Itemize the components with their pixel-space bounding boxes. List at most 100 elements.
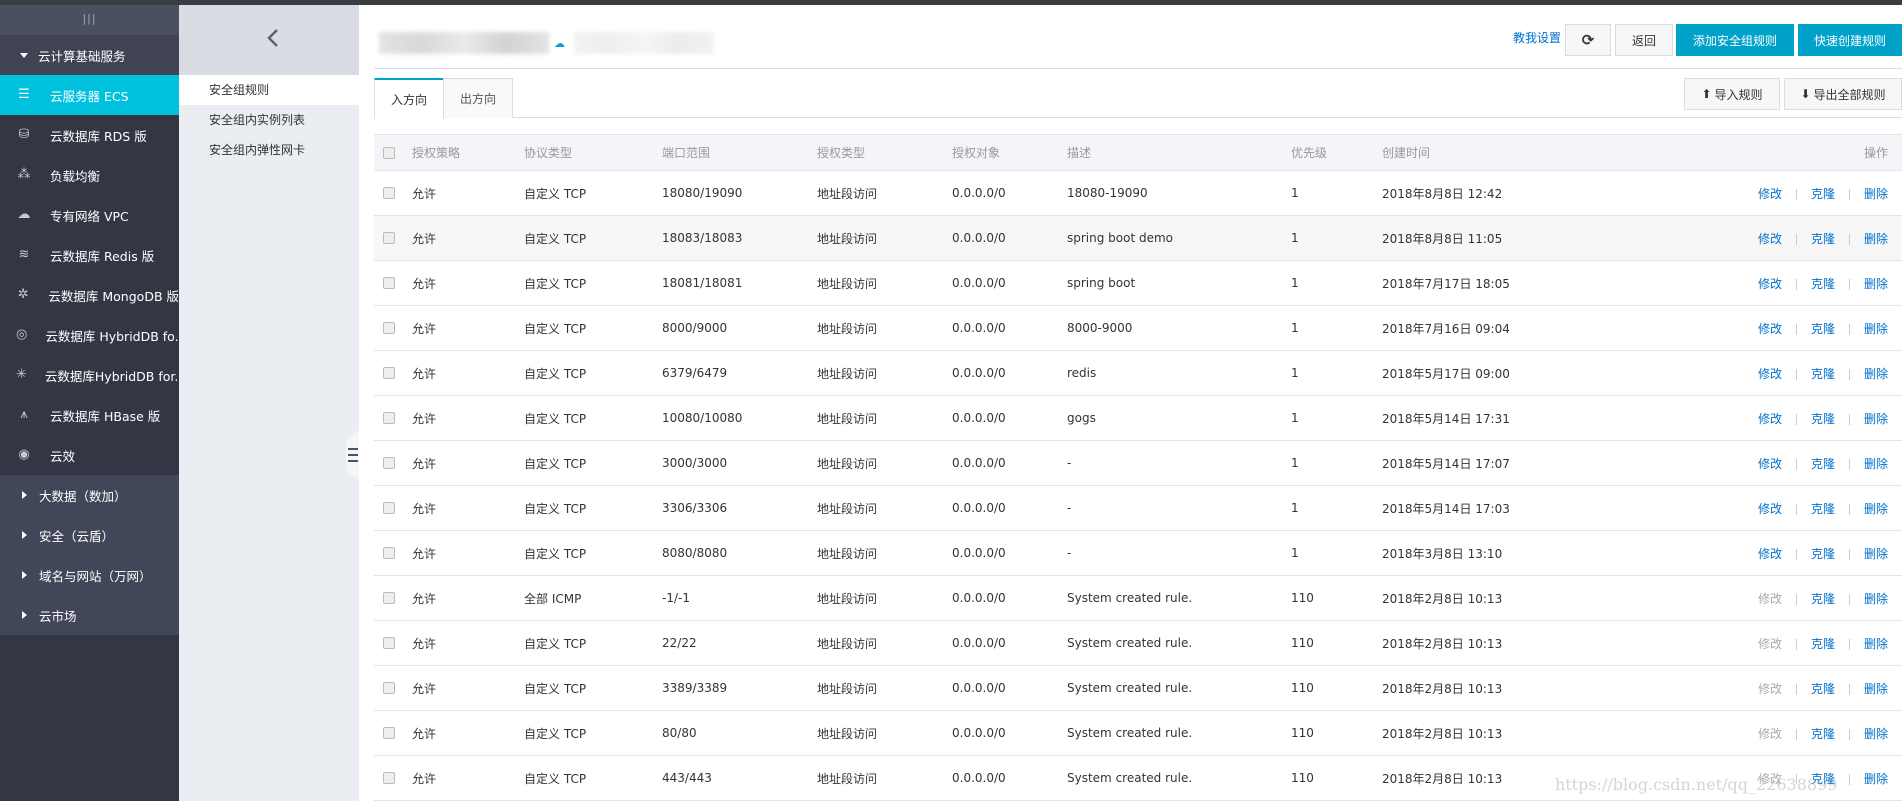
row-checkbox[interactable]	[383, 592, 395, 604]
import-rules-button[interactable]: ⬆ 导入规则	[1684, 78, 1780, 110]
sidebar-group[interactable]: 安全（云盾）	[0, 515, 179, 555]
delete-link[interactable]: 删除	[1864, 682, 1888, 696]
table-row[interactable]: 允许 自定义 TCP 18080/19090 地址段访问 0.0.0.0/0 18080-…	[374, 170, 1902, 216]
table-header: 授权策略 协议类型 端口范围 授权类型 授权对象 描述 优先级 创建时间 操作	[374, 134, 1902, 171]
clone-link[interactable]: 克隆	[1811, 322, 1835, 336]
sidebar-group[interactable]: 域名与网站（万网）	[0, 555, 179, 595]
sidebar-item[interactable]: ≋ 云数据库 Redis 版	[0, 235, 179, 275]
table-row[interactable]: 允许 全部 ICMP -1/-1 地址段访问 0.0.0.0/0 System creat…	[374, 575, 1902, 621]
clone-link[interactable]: 克隆	[1811, 637, 1835, 651]
row-checkbox[interactable]	[383, 322, 395, 334]
edit-link[interactable]: 修改	[1758, 412, 1782, 426]
sidebar-group[interactable]: 云市场	[0, 595, 179, 635]
clone-link[interactable]: 克隆	[1811, 682, 1835, 696]
row-checkbox[interactable]	[383, 367, 395, 379]
sidebar-group[interactable]: 大数据（数加）	[0, 475, 179, 515]
sidebar-drag-handle-icon[interactable]: |||	[0, 5, 179, 35]
back-button[interactable]	[179, 5, 359, 75]
table-row[interactable]: 允许 自定义 TCP 3389/3389 地址段访问 0.0.0.0/0 System c…	[374, 665, 1902, 711]
delete-link[interactable]: 删除	[1864, 637, 1888, 651]
export-rules-button[interactable]: ⬇ 导出全部规则	[1784, 78, 1902, 110]
edit-link[interactable]: 修改	[1758, 187, 1782, 201]
clone-link[interactable]: 克隆	[1811, 412, 1835, 426]
row-checkbox[interactable]	[383, 232, 395, 244]
row-checkbox[interactable]	[383, 502, 395, 514]
sidebar-item[interactable]: ✳ 云数据库HybridDB for...	[0, 355, 179, 395]
clone-link[interactable]: 克隆	[1811, 187, 1835, 201]
delete-link[interactable]: 删除	[1864, 187, 1888, 201]
clone-link[interactable]: 克隆	[1811, 277, 1835, 291]
sidebar-item[interactable]: ◉ 云效	[0, 435, 179, 475]
delete-link[interactable]: 删除	[1864, 592, 1888, 606]
table-row[interactable]: 允许 自定义 TCP 22/22 地址段访问 0.0.0.0/0 System creat…	[374, 620, 1902, 666]
sidebar-item[interactable]: ☁ 专有网络 VPC	[0, 195, 179, 235]
subnav-instance-list[interactable]: 安全组内实例列表	[179, 105, 359, 135]
clone-link[interactable]: 克隆	[1811, 367, 1835, 381]
clone-link[interactable]: 克隆	[1811, 547, 1835, 561]
delete-link[interactable]: 删除	[1864, 547, 1888, 561]
add-rule-button[interactable]: 添加安全组规则	[1676, 24, 1794, 56]
table-row[interactable]: 允许 自定义 TCP 10080/10080 地址段访问 0.0.0.0/0 gogs 1 2…	[374, 395, 1902, 441]
edit-link[interactable]: 修改	[1758, 322, 1782, 336]
edit-link[interactable]: 修改	[1758, 457, 1782, 471]
delete-link[interactable]: 删除	[1864, 502, 1888, 516]
row-checkbox[interactable]	[383, 772, 395, 784]
quick-create-button[interactable]: 快速创建规则	[1798, 24, 1902, 56]
table-row[interactable]: 允许 自定义 TCP 6379/6479 地址段访问 0.0.0.0/0 redis 1 20…	[374, 350, 1902, 396]
delete-link[interactable]: 删除	[1864, 412, 1888, 426]
table-row[interactable]: 允许 自定义 TCP 80/80 地址段访问 0.0.0.0/0 System creat…	[374, 710, 1902, 756]
help-link[interactable]: 教我设置	[1513, 29, 1561, 46]
select-all-checkbox[interactable]	[383, 146, 395, 159]
row-checkbox[interactable]	[383, 457, 395, 469]
divider	[1795, 188, 1797, 200]
subnav-security-group-rules[interactable]: 安全组规则	[179, 75, 359, 105]
clone-link[interactable]: 克隆	[1811, 232, 1835, 246]
sidebar-item[interactable]: ⁂ 负载均衡	[0, 155, 179, 195]
row-checkbox[interactable]	[383, 412, 395, 424]
table-row[interactable]: 允许 自定义 TCP 443/443 地址段访问 0.0.0.0/0 System cre…	[374, 755, 1902, 801]
refresh-button[interactable]: ⟳	[1565, 24, 1611, 56]
row-checkbox[interactable]	[383, 187, 395, 199]
sidebar-item[interactable]: ☰ 云服务器 ECS	[0, 75, 179, 115]
tab-inbound[interactable]: 入方向	[374, 78, 444, 119]
row-checkbox[interactable]	[383, 547, 395, 559]
delete-link[interactable]: 删除	[1864, 322, 1888, 336]
cell-protocol: 自定义 TCP	[524, 215, 662, 261]
sidebar-item[interactable]: ◎ 云数据库 HybridDB fo...	[0, 315, 179, 355]
sidebar-section-header[interactable]: 云计算基础服务	[0, 35, 179, 75]
table-row[interactable]: 允许 自定义 TCP 18081/18081 地址段访问 0.0.0.0/0 spring…	[374, 260, 1902, 306]
sidebar-item[interactable]: ✲ 云数据库 MongoDB 版	[0, 275, 179, 315]
edit-link[interactable]: 修改	[1758, 502, 1782, 516]
subnav-elastic-nic[interactable]: 安全组内弹性网卡	[179, 135, 359, 165]
row-checkbox[interactable]	[383, 727, 395, 739]
delete-link[interactable]: 删除	[1864, 727, 1888, 741]
clone-link[interactable]: 克隆	[1811, 592, 1835, 606]
table-row[interactable]: 允许 自定义 TCP 18083/18083 地址段访问 0.0.0.0/0 spring…	[374, 215, 1902, 261]
edit-link[interactable]: 修改	[1758, 232, 1782, 246]
delete-link[interactable]: 删除	[1864, 457, 1888, 471]
edit-link[interactable]: 修改	[1758, 367, 1782, 381]
back-button-text[interactable]: 返回	[1615, 24, 1673, 56]
hbase-icon: ⩚	[20, 407, 28, 422]
delete-link[interactable]: 删除	[1864, 367, 1888, 381]
cell-auth-object: 0.0.0.0/0	[952, 305, 1067, 351]
delete-link[interactable]: 删除	[1864, 232, 1888, 246]
sidebar-item[interactable]: ⩚ 云数据库 HBase 版	[0, 395, 179, 435]
table-row[interactable]: 允许 自定义 TCP 3000/3000 地址段访问 0.0.0.0/0-1 2018年5…	[374, 440, 1902, 486]
delete-link[interactable]: 删除	[1864, 277, 1888, 291]
edit-link[interactable]: 修改	[1758, 547, 1782, 561]
row-checkbox[interactable]	[383, 682, 395, 694]
row-checkbox[interactable]	[383, 277, 395, 289]
edit-link[interactable]: 修改	[1758, 277, 1782, 291]
clone-link[interactable]: 克隆	[1811, 727, 1835, 741]
table-row[interactable]: 允许 自定义 TCP 3306/3306 地址段访问 0.0.0.0/0-1 2018年5…	[374, 485, 1902, 531]
clone-link[interactable]: 克隆	[1811, 772, 1835, 786]
table-row[interactable]: 允许 自定义 TCP 8080/8080 地址段访问 0.0.0.0/0-1 2018年3…	[374, 530, 1902, 576]
clone-link[interactable]: 克隆	[1811, 457, 1835, 471]
table-row[interactable]: 允许 自定义 TCP 8000/9000 地址段访问 0.0.0.0/0 8000-900…	[374, 305, 1902, 351]
tab-outbound[interactable]: 出方向	[443, 78, 513, 118]
row-checkbox[interactable]	[383, 637, 395, 649]
sidebar-item[interactable]: ⛁ 云数据库 RDS 版	[0, 115, 179, 155]
delete-link[interactable]: 删除	[1864, 772, 1888, 786]
clone-link[interactable]: 克隆	[1811, 502, 1835, 516]
